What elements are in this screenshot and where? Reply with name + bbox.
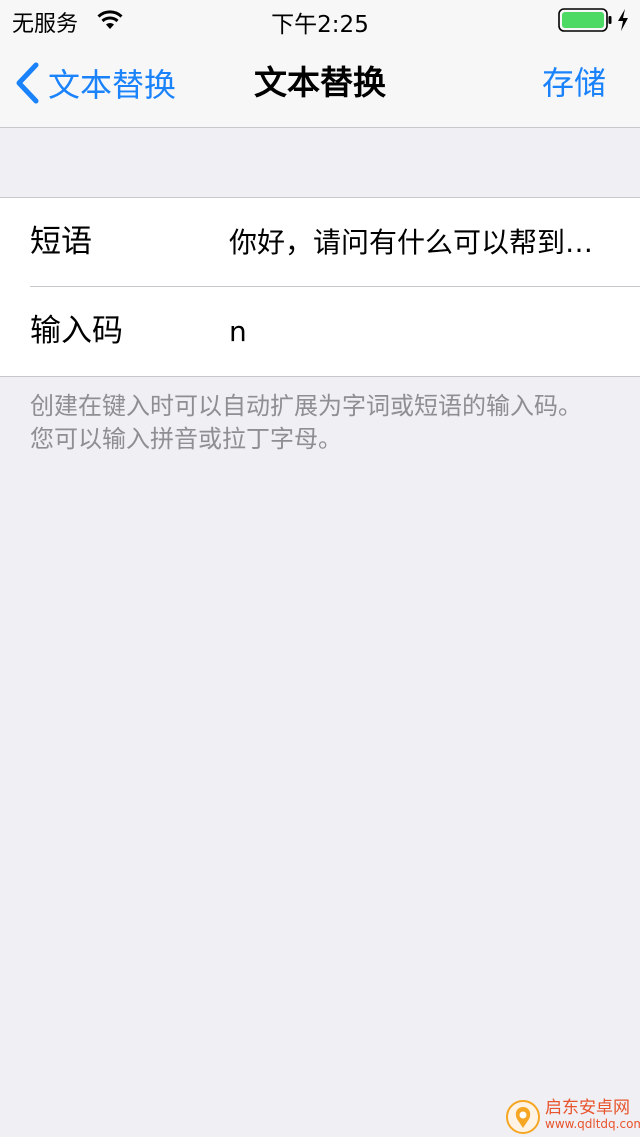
phrase-field[interactable]: 你好，请问有什么可以帮到… — [229, 198, 602, 287]
status-bar: 无服务 下午2:25 — [0, 0, 640, 40]
save-button[interactable]: 存储 — [542, 60, 606, 106]
watermark-logo-icon — [506, 1100, 540, 1134]
status-time: 下午2:25 — [271, 12, 369, 38]
shortcut-row[interactable]: 输入码 n — [0, 286, 640, 376]
phrase-label: 短语 — [30, 224, 92, 260]
watermark: 启东安卓网 www.qdltdq.com — [505, 1097, 640, 1135]
shortcut-field[interactable]: n — [229, 287, 602, 376]
bolt-icon — [618, 9, 628, 31]
nav-bar: 文本替换 文本替换 存储 — [0, 40, 640, 128]
phrase-row[interactable]: 短语 你好，请问有什么可以帮到… — [0, 198, 640, 287]
shortcut-label: 输入码 — [30, 313, 123, 349]
watermark-name: 启东安卓网 — [545, 1098, 630, 1118]
watermark-url: www.qdltdq.com — [545, 1117, 640, 1131]
battery-icon — [558, 8, 612, 32]
footer-note: 创建在键入时可以自动扩展为字词或短语的输入码。您可以输入拼音或拉丁字母。 — [30, 392, 582, 453]
back-button-label: 文本替换 — [48, 66, 177, 104]
text-replacement-form: 短语 你好，请问有什么可以帮到… 输入码 n — [0, 197, 640, 377]
back-button[interactable]: 文本替换 — [14, 60, 176, 106]
chevron-left-icon — [16, 62, 39, 104]
